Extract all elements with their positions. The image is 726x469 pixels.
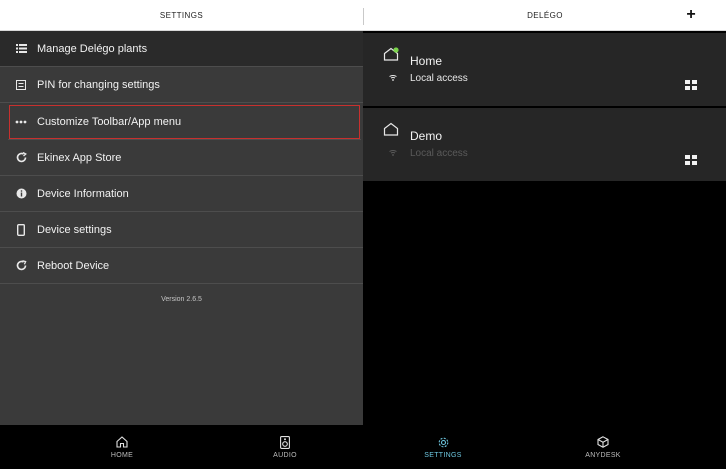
tab-settings[interactable]: SETTINGS xyxy=(393,425,493,469)
house-icon xyxy=(383,122,399,136)
device-icon xyxy=(11,223,31,237)
house-online-icon xyxy=(383,47,399,61)
tab-label: HOME xyxy=(110,452,134,459)
plants-panel: Home Local access Demo Local access xyxy=(363,31,726,425)
menu-item-manage-plants[interactable]: Manage Delégo plants xyxy=(0,31,363,67)
tab-anydesk[interactable]: ANYDESK xyxy=(553,425,653,469)
info-icon xyxy=(11,187,31,201)
add-plant-button[interactable]: + xyxy=(680,3,702,27)
list-icon xyxy=(11,42,31,56)
menu-item-customize-toolbar[interactable]: Customize Toolbar/App menu xyxy=(8,104,361,140)
reboot-icon xyxy=(11,259,31,273)
version-label: Version 2.6.5 xyxy=(161,296,202,303)
pin-icon xyxy=(11,78,31,92)
wifi-icon xyxy=(389,74,397,83)
tab-label: AUDIO xyxy=(273,452,297,459)
menu-item-label: Customize Toolbar/App menu xyxy=(37,115,182,128)
menu-item-label: Reboot Device xyxy=(37,259,110,272)
plant-card-home[interactable]: Home Local access xyxy=(363,33,726,106)
menu-item-reboot[interactable]: Reboot Device xyxy=(0,248,363,284)
home-icon xyxy=(115,435,129,449)
menu-item-device-info[interactable]: Device Information xyxy=(0,176,363,212)
tab-label: SETTINGS xyxy=(424,452,462,459)
tab-home[interactable]: HOME xyxy=(72,425,172,469)
settings-panel: Manage Delégo plants PIN for changing se… xyxy=(0,31,363,425)
menu-item-app-store[interactable]: Ekinex App Store xyxy=(0,140,363,176)
settings-title: SETTINGS xyxy=(159,11,204,20)
menu-item-label: Ekinex App Store xyxy=(37,151,122,164)
grid-icon[interactable] xyxy=(685,80,697,90)
anydesk-icon xyxy=(596,435,610,449)
tab-audio[interactable]: AUDIO xyxy=(235,425,335,469)
grid-icon[interactable] xyxy=(685,155,697,165)
plant-name: Home xyxy=(410,54,443,68)
store-icon xyxy=(11,151,31,165)
gear-icon xyxy=(436,435,450,449)
menu-item-device-settings[interactable]: Device settings xyxy=(0,212,363,248)
wifi-icon xyxy=(389,149,397,158)
plant-access: Local access xyxy=(410,73,468,84)
menu-item-label: Manage Delégo plants xyxy=(37,42,148,55)
menu-item-label: Device Information xyxy=(37,187,129,200)
more-icon xyxy=(11,115,31,129)
bottom-tab-bar: HOME AUDIO SETTINGS ANYDESK xyxy=(0,425,726,469)
speaker-icon xyxy=(278,435,292,449)
plant-name: Demo xyxy=(410,129,443,143)
plant-card-demo[interactable]: Demo Local access xyxy=(363,108,726,181)
tab-label: ANYDESK xyxy=(585,452,621,459)
menu-item-label: Device settings xyxy=(37,223,112,236)
plant-access: Local access xyxy=(410,148,468,159)
top-bar: SETTINGS DELÉGO + xyxy=(0,0,726,31)
delego-title: DELÉGO xyxy=(527,11,563,20)
menu-item-pin[interactable]: PIN for changing settings xyxy=(0,67,363,103)
menu-item-label: PIN for changing settings xyxy=(37,78,160,91)
